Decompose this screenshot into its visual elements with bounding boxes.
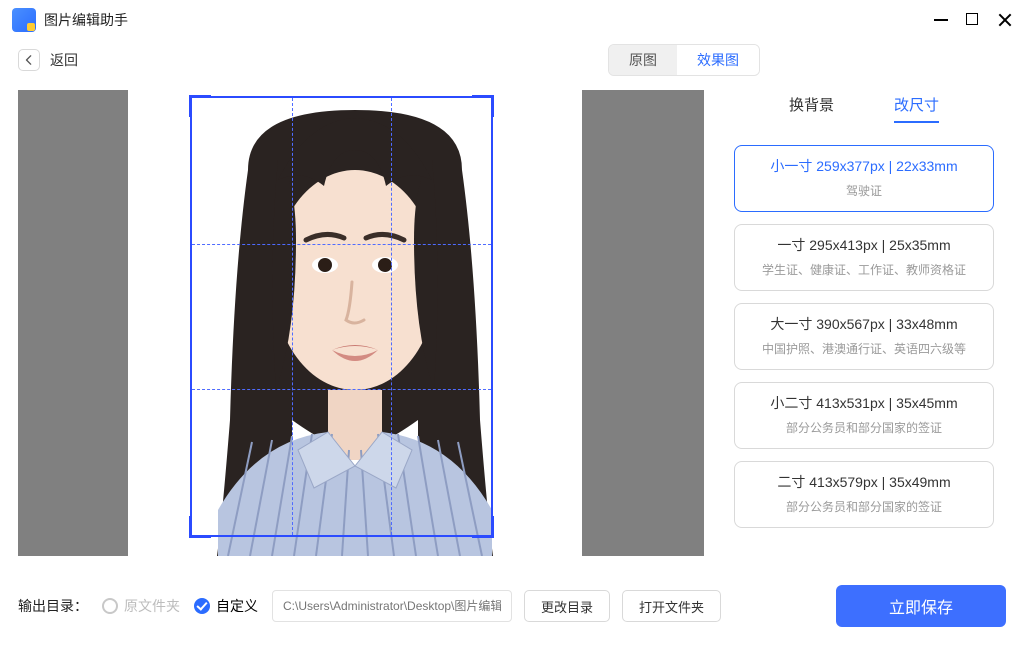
back-label: 返回: [50, 50, 78, 70]
radio-label: 原文件夹: [124, 596, 180, 616]
minimize-button[interactable]: [934, 13, 948, 27]
back-button[interactable]: 返回: [18, 49, 78, 71]
side-tabs: 换背景 改尺寸: [734, 90, 994, 123]
size-desc: 部分公务员和部分国家的签证: [747, 498, 981, 515]
output-dir-label: 输出目录：: [18, 596, 88, 616]
save-button[interactable]: 立即保存: [836, 585, 1006, 627]
topbar: 返回 原图 效果图: [0, 40, 1024, 80]
size-option-4[interactable]: 二寸 413x579px | 35x49mm 部分公务员和部分国家的签证: [734, 461, 994, 528]
radio-original-folder[interactable]: 原文件夹: [102, 596, 180, 616]
image-canvas[interactable]: [18, 90, 704, 556]
sidebar: 换背景 改尺寸 小一寸 259x377px | 22x33mm 驾驶证 一寸 2…: [734, 90, 994, 578]
photo-preview: [128, 90, 582, 556]
output-path-input[interactable]: [272, 590, 512, 622]
radio-label: 自定义: [216, 596, 258, 616]
size-desc: 驾驶证: [747, 182, 981, 199]
window-controls: [934, 13, 1012, 27]
size-title: 一寸 295x413px | 25x35mm: [747, 235, 981, 255]
size-option-1[interactable]: 一寸 295x413px | 25x35mm 学生证、健康证、工作证、教师资格证: [734, 224, 994, 291]
size-option-2[interactable]: 大一寸 390x567px | 33x48mm 中国护照、港澳通行证、英语四六级…: [734, 303, 994, 370]
size-desc: 中国护照、港澳通行证、英语四六级等: [747, 340, 981, 357]
open-folder-button[interactable]: 打开文件夹: [622, 590, 721, 622]
footer: 输出目录： 原文件夹 自定义 更改目录 打开文件夹 立即保存: [0, 578, 1024, 634]
size-title: 小二寸 413x531px | 35x45mm: [747, 393, 981, 413]
radio-icon: [102, 598, 118, 614]
view-tabs: 原图 效果图: [608, 44, 760, 76]
close-button[interactable]: [998, 13, 1012, 27]
app-title: 图片编辑助手: [44, 10, 934, 30]
size-title: 二寸 413x579px | 35x49mm: [747, 472, 981, 492]
radio-checked-icon: [194, 598, 210, 614]
size-title: 大一寸 390x567px | 33x48mm: [747, 314, 981, 334]
size-title: 小一寸 259x377px | 22x33mm: [747, 156, 981, 176]
size-desc: 部分公务员和部分国家的签证: [747, 419, 981, 436]
size-desc: 学生证、健康证、工作证、教师资格证: [747, 261, 981, 278]
change-dir-button[interactable]: 更改目录: [524, 590, 610, 622]
titlebar: 图片编辑助手: [0, 0, 1024, 40]
tab-original[interactable]: 原图: [609, 45, 677, 75]
chevron-left-icon: [18, 49, 40, 71]
app-icon: [12, 8, 36, 32]
size-option-0[interactable]: 小一寸 259x377px | 22x33mm 驾驶证: [734, 145, 994, 212]
tab-result[interactable]: 效果图: [677, 45, 759, 75]
size-option-3[interactable]: 小二寸 413x531px | 35x45mm 部分公务员和部分国家的签证: [734, 382, 994, 449]
radio-custom-folder[interactable]: 自定义: [194, 596, 258, 616]
tab-resize[interactable]: 改尺寸: [894, 94, 939, 123]
tab-change-background[interactable]: 换背景: [789, 94, 834, 123]
main-area: 换背景 改尺寸 小一寸 259x377px | 22x33mm 驾驶证 一寸 2…: [0, 80, 1024, 578]
maximize-button[interactable]: [966, 13, 980, 27]
